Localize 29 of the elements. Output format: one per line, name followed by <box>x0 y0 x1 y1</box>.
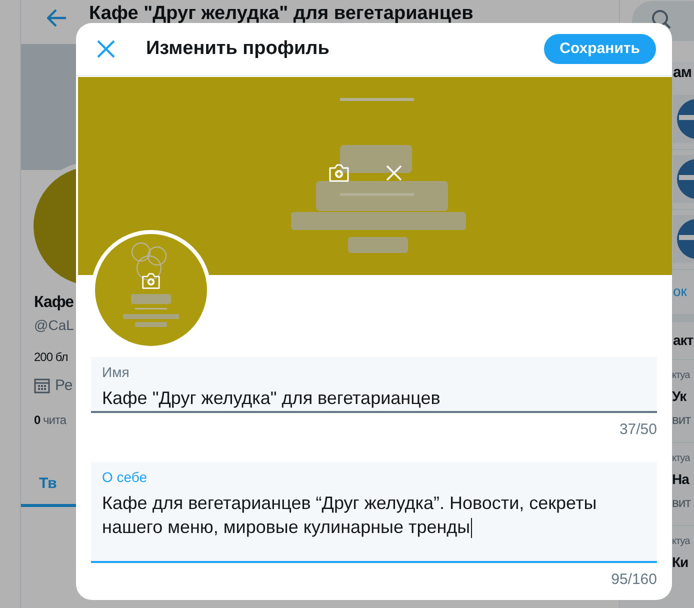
trend-meta: вит <box>672 494 691 512</box>
trend-meta: вит <box>672 411 691 429</box>
trend-title[interactable]: На <box>672 469 689 490</box>
section-heading: акт <box>673 331 694 350</box>
profile-name: Кафе <box>34 293 74 313</box>
bio-field[interactable]: О себе Кафе для вегетарианцев “Друг желудка”. Новости, секреты нашего меню, мировые кулинарные тренды <box>91 462 657 562</box>
trend-category: ктуа <box>672 452 690 466</box>
field-value: Кафе для вегетарианцев “Друг желудка”. Новости, секреты нашего меню, мировые кулинарные тренды <box>102 492 598 538</box>
field-label: Имя <box>102 363 130 382</box>
trend-category: ктуа <box>672 369 690 383</box>
followers-count[interactable]: 0 чита <box>34 410 66 428</box>
calendar-icon <box>34 378 50 394</box>
field-label: О себе <box>102 468 148 486</box>
dialog-title: Изменить профиль <box>146 36 330 61</box>
trend-title[interactable]: Ки <box>672 552 688 573</box>
trend-category: ктуа <box>672 535 690 549</box>
add-photo-icon[interactable] <box>141 272 161 290</box>
close-icon <box>97 40 115 58</box>
profile-handle: @CaL <box>34 316 74 335</box>
join-date: Ре <box>55 376 73 396</box>
trend-title[interactable]: Ук <box>672 386 686 407</box>
page-title: Кафе "Друг желудка" для вегетарианцев <box>89 2 474 26</box>
character-counter: 95/160 <box>610 570 657 590</box>
character-counter: 37/50 <box>618 420 657 440</box>
field-value: Кафе "Друг желудка" для вегетарианцев <box>102 387 442 410</box>
section-heading: ам <box>673 63 692 83</box>
name-field[interactable]: Имя Кафе "Друг желудка" для вегетарианцев <box>91 357 657 413</box>
profile-bio: 200 бл <box>34 349 68 366</box>
back-arrow-icon[interactable] <box>47 9 67 27</box>
